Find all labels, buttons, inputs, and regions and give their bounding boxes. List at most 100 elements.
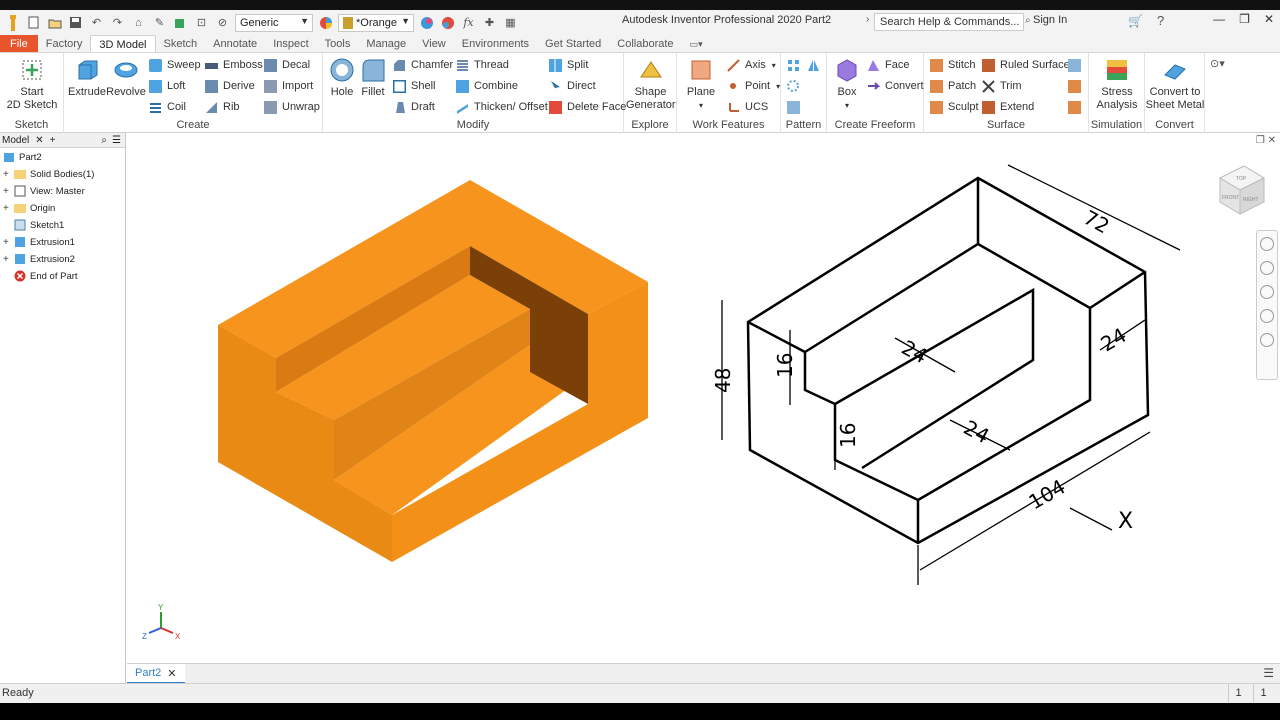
tab-inspect[interactable]: Inspect xyxy=(265,35,316,52)
tab-sketch[interactable]: Sketch xyxy=(156,35,206,52)
unwrap-button[interactable]: Unwrap xyxy=(264,98,320,116)
thicken-offset-button[interactable]: Thicken/ Offset xyxy=(456,98,548,116)
tab-file[interactable]: File xyxy=(0,35,38,52)
tree-item-sketch1[interactable]: Sketch1 xyxy=(14,217,64,233)
close-window-icon[interactable]: ✕ xyxy=(1264,12,1274,26)
coil-button[interactable]: Coil xyxy=(149,98,186,116)
ucs-button[interactable]: UCS xyxy=(727,98,768,116)
sketch-icon[interactable]: ✎ xyxy=(151,14,168,31)
redo-icon[interactable]: ↷ xyxy=(109,14,126,31)
shape-generator-button[interactable]: Shape Generator xyxy=(626,57,676,112)
tree-item-view-master[interactable]: + View: Master xyxy=(3,183,85,199)
circular-pattern-button[interactable] xyxy=(787,77,805,95)
axis-button[interactable]: Axis ▾ xyxy=(727,56,776,74)
browser-close-icon[interactable]: ✕ xyxy=(35,135,43,146)
cart-icon[interactable]: 🛒 xyxy=(1128,14,1143,28)
steering-wheel-icon[interactable] xyxy=(1260,237,1274,251)
draft-button[interactable]: Draft xyxy=(393,98,435,116)
stress-analysis-button[interactable]: Stress Analysis xyxy=(1092,57,1142,112)
tree-item-solid-bodies[interactable]: + Solid Bodies(1) xyxy=(3,166,94,182)
color-wheel-icon[interactable] xyxy=(317,14,334,31)
decal-button[interactable]: Decal xyxy=(264,56,310,74)
rectangular-pattern-button[interactable] xyxy=(787,56,805,74)
part-model[interactable] xyxy=(218,180,648,562)
sweep-button[interactable]: Sweep xyxy=(149,56,201,74)
material-browser-icon[interactable] xyxy=(418,14,435,31)
home-icon[interactable]: ⌂ xyxy=(130,14,147,31)
add-icon[interactable]: ✚ xyxy=(481,14,498,31)
minimize-icon[interactable]: — xyxy=(1213,12,1225,26)
combine-button[interactable]: Combine xyxy=(456,77,518,95)
zoom-icon[interactable] xyxy=(1260,285,1274,299)
derive-button[interactable]: Derive xyxy=(205,77,255,95)
tab-get-started[interactable]: Get Started xyxy=(537,35,609,52)
tab-annotate[interactable]: Annotate xyxy=(205,35,265,52)
tab-collaborate[interactable]: Collaborate xyxy=(609,35,681,52)
tree-item-origin[interactable]: + Origin xyxy=(3,200,55,216)
tree-item-extrusion1[interactable]: + Extrusion1 xyxy=(3,234,75,250)
thread-button[interactable]: Thread xyxy=(456,56,509,74)
sign-in-link[interactable]: Sign In xyxy=(1033,14,1067,26)
update-icon[interactable] xyxy=(172,14,189,31)
search-arrow-icon[interactable]: › xyxy=(866,14,869,25)
mirror-button[interactable] xyxy=(807,56,825,74)
restore-icon[interactable]: ❐ xyxy=(1239,12,1250,26)
sculpt-button[interactable]: Sculpt xyxy=(930,98,979,116)
hole-button[interactable]: Hole xyxy=(326,57,358,99)
tab-factory[interactable]: Factory xyxy=(38,35,91,52)
shell-button[interactable]: Shell xyxy=(393,77,435,95)
tab-environments[interactable]: Environments xyxy=(454,35,537,52)
save-icon[interactable] xyxy=(67,14,84,31)
doc-tab-part2[interactable]: Part2 ✕ xyxy=(127,664,185,684)
patch-button[interactable]: Patch xyxy=(930,77,976,95)
select-icon[interactable]: ⊡ xyxy=(193,14,210,31)
sketch-pattern-button[interactable] xyxy=(787,98,805,116)
convert-freeform-button[interactable]: Convert xyxy=(867,77,924,95)
convert-sheet-metal-button[interactable]: Convert to Sheet Metal xyxy=(1145,57,1205,112)
ribbon-toggle-icon[interactable]: ▭▾ xyxy=(682,35,711,52)
tab-3d-model[interactable]: 3D Model xyxy=(90,35,156,52)
rib-button[interactable]: Rib xyxy=(205,98,240,116)
doc-tabs-menu-icon[interactable]: ☰ xyxy=(1263,666,1274,680)
pan-icon[interactable] xyxy=(1260,261,1274,275)
fit-mesh-button[interactable] xyxy=(1068,77,1086,95)
browser-menu-icon[interactable]: ☰ xyxy=(112,135,121,146)
face-button[interactable]: Face xyxy=(867,56,909,74)
direct-button[interactable]: Direct xyxy=(549,77,596,95)
material-dropdown[interactable]: *Orange ▼ xyxy=(338,13,414,32)
point-button[interactable]: Point ▾ xyxy=(727,77,780,95)
tab-tools[interactable]: Tools xyxy=(317,35,359,52)
navigation-bar[interactable] xyxy=(1256,230,1278,380)
emboss-button[interactable]: Emboss xyxy=(205,56,263,74)
browser-search-icon[interactable]: ⌕ xyxy=(101,135,107,146)
undo-icon[interactable]: ↶ xyxy=(88,14,105,31)
open-folder-icon[interactable] xyxy=(46,14,63,31)
stitch-button[interactable]: Stitch xyxy=(930,56,976,74)
tree-item-end-of-part[interactable]: End of Part xyxy=(14,268,78,284)
delete-face-button[interactable]: Delete Face xyxy=(549,98,626,116)
extend-button[interactable]: Extend xyxy=(982,98,1034,116)
replace-face-button[interactable] xyxy=(1068,98,1086,116)
fillet-button[interactable]: Fillet xyxy=(358,57,388,99)
ruled-surface-button[interactable]: Ruled Surface xyxy=(982,56,1070,74)
box-button[interactable]: Box ▾ xyxy=(831,57,863,112)
appearance-browser-icon[interactable] xyxy=(439,14,456,31)
tab-view[interactable]: View xyxy=(414,35,454,52)
parameters-icon[interactable]: fx xyxy=(460,14,477,31)
trim-button[interactable]: Trim xyxy=(982,77,1022,95)
ribbon-options-icon[interactable]: ⊙▾ xyxy=(1210,57,1225,70)
start-2d-sketch-button[interactable]: Start 2D Sketch xyxy=(6,57,58,112)
extrude-button[interactable]: Extrude xyxy=(68,57,106,99)
help-icon[interactable]: ? xyxy=(1157,13,1164,28)
loft-button[interactable]: Loft xyxy=(149,77,185,95)
app-logo-icon[interactable] xyxy=(4,14,21,31)
canvas-restore-icon[interactable]: ❐ ✕ xyxy=(1256,135,1276,146)
orbit-icon[interactable] xyxy=(1260,309,1274,323)
box-dropdown-icon[interactable]: ▾ xyxy=(831,99,863,112)
plane-dropdown-icon[interactable]: ▾ xyxy=(681,99,721,112)
tree-item-part[interactable]: Part2 xyxy=(3,149,42,165)
appearance-dropdown[interactable]: Generic ▼ xyxy=(235,13,313,32)
tree-item-extrusion2[interactable]: + Extrusion2 xyxy=(3,251,75,267)
revolve-button[interactable]: Revolve xyxy=(106,57,146,99)
new-file-icon[interactable] xyxy=(25,14,42,31)
